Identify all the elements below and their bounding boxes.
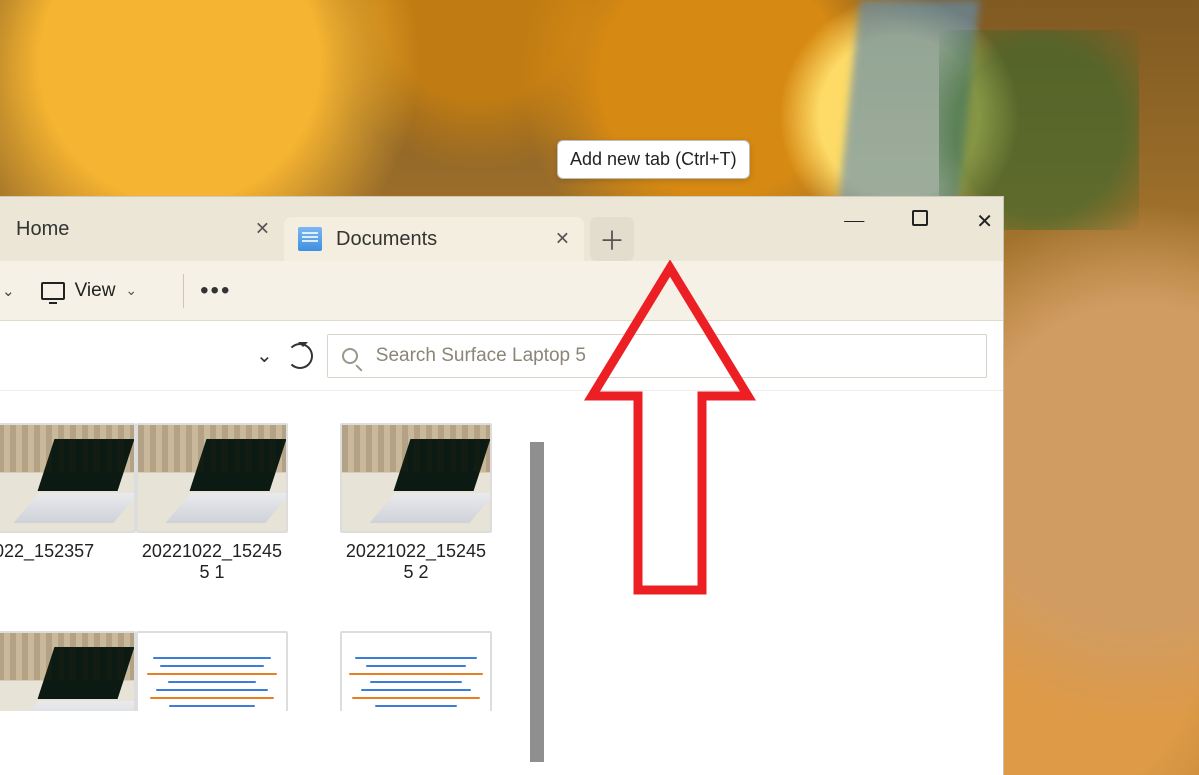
- tab-documents[interactable]: Documents ✕: [284, 217, 584, 261]
- items-pane[interactable]: 1022_152357 20221022_15245 5 1 20221022_…: [0, 391, 1003, 775]
- plus-icon: ＋: [599, 221, 625, 258]
- file-item[interactable]: 20221022_15245 5 1: [136, 423, 288, 583]
- minimize-button[interactable]: —: [844, 209, 864, 234]
- file-name: 20221022_15245 5 1: [136, 541, 288, 583]
- search-placeholder: Search Surface Laptop 5: [376, 345, 586, 367]
- file-name: 1022_152357: [0, 541, 84, 562]
- thumbnail: [0, 631, 136, 711]
- file-item[interactable]: [136, 631, 288, 711]
- command-bar: ⌄ View ⌄ •••: [0, 261, 1003, 321]
- close-icon[interactable]: ✕: [255, 219, 270, 240]
- tooltip-text: Add new tab (Ctrl+T): [570, 149, 737, 169]
- tab-label: Documents: [336, 228, 437, 251]
- thumbnail: [340, 423, 492, 533]
- file-item[interactable]: [340, 631, 492, 711]
- file-name: 20221022_15245 5 2: [340, 541, 492, 583]
- items-row: [0, 631, 991, 711]
- maximize-button[interactable]: [912, 209, 928, 234]
- more-button[interactable]: •••: [200, 277, 231, 305]
- refresh-icon[interactable]: [287, 343, 313, 369]
- file-explorer-window: Home ✕ Documents ✕ ＋ — ✕ ⌄ View ⌄ ••• ⌄: [0, 196, 1004, 775]
- chevron-down-icon: ⌄: [125, 282, 137, 299]
- thumbnail: [136, 631, 288, 711]
- chevron-down-icon[interactable]: ⌄: [2, 282, 15, 300]
- thumbnail: [136, 423, 288, 533]
- new-tab-tooltip: Add new tab (Ctrl+T): [557, 140, 750, 179]
- view-label: View: [75, 280, 116, 302]
- tab-label: Home: [16, 218, 69, 241]
- file-item[interactable]: 1022_152357: [0, 423, 84, 583]
- window-controls: — ✕: [844, 209, 993, 234]
- thumbnail: [0, 423, 136, 533]
- monitor-icon: [41, 282, 65, 300]
- tab-home[interactable]: Home ✕: [0, 207, 284, 251]
- divider: [183, 274, 184, 308]
- titlebar: Home ✕ Documents ✕ ＋ — ✕: [0, 197, 1003, 261]
- new-tab-button[interactable]: ＋: [590, 217, 634, 261]
- view-dropdown[interactable]: View ⌄: [41, 280, 138, 302]
- file-item[interactable]: [0, 631, 84, 711]
- search-icon: [342, 348, 358, 364]
- close-window-button[interactable]: ✕: [976, 209, 993, 234]
- document-icon: [298, 227, 322, 251]
- close-icon[interactable]: ✕: [555, 229, 570, 250]
- file-item[interactable]: 20221022_15245 5 2: [340, 423, 492, 583]
- address-bar-row: ⌄ Search Surface Laptop 5: [0, 321, 1003, 391]
- thumbnail: [340, 631, 492, 711]
- scrollbar[interactable]: [530, 442, 544, 762]
- items-row: 1022_152357 20221022_15245 5 1 20221022_…: [0, 423, 991, 583]
- search-input[interactable]: Search Surface Laptop 5: [327, 334, 987, 378]
- content-area: 1022_152357 20221022_15245 5 1 20221022_…: [0, 391, 1003, 775]
- chevron-down-icon[interactable]: ⌄: [256, 343, 273, 368]
